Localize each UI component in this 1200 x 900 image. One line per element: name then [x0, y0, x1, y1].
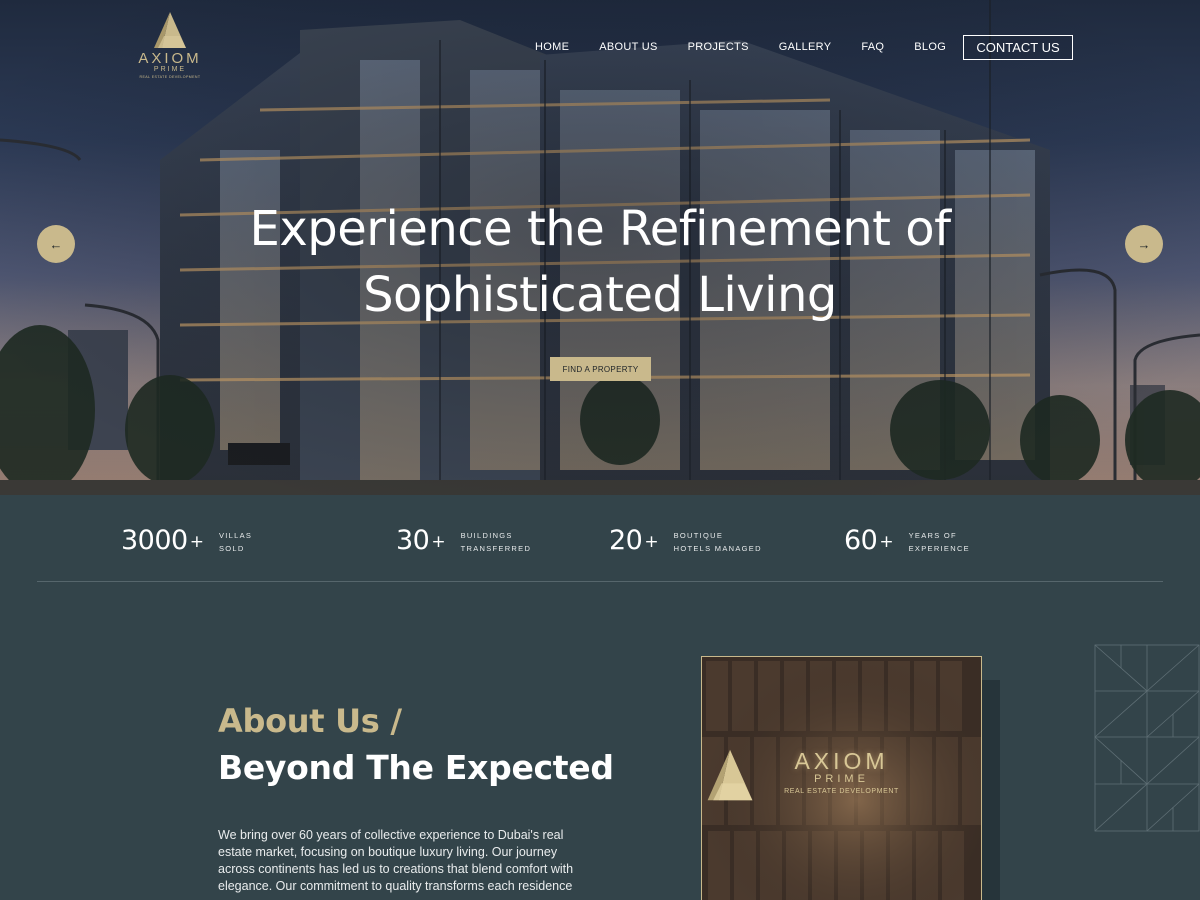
- stat-hotels: 20 + BOUTIQUE HOTELS MANAGED: [609, 525, 762, 556]
- nav-about-us[interactable]: ABOUT US: [599, 41, 657, 54]
- stat-plus: +: [189, 531, 204, 552]
- logo-name: AXIOM: [138, 50, 202, 67]
- contact-us-button[interactable]: CONTACT US: [963, 35, 1073, 60]
- hero-section: AXIOM PRIME REAL ESTATE DEVELOPMENT HOME…: [0, 0, 1200, 495]
- about-kicker: About Us /: [218, 702, 402, 740]
- logo-mark-icon: [707, 749, 753, 801]
- nav-faq[interactable]: FAQ: [861, 41, 884, 54]
- stat-label: BUILDINGS TRANSFERRED: [461, 530, 532, 555]
- stat-label-line1: VILLAS: [218, 531, 253, 540]
- stat-label-line1: BOUTIQUE: [673, 531, 724, 540]
- stat-villas: 3000 + VILLAS SOLD: [121, 525, 252, 556]
- stat-plus: +: [644, 531, 659, 552]
- stat-label-line2: SOLD: [218, 543, 245, 553]
- stat-plus: +: [431, 531, 446, 552]
- nav-projects[interactable]: PROJECTS: [688, 41, 749, 54]
- about-signage-photo: AXIOM PRIME REAL ESTATE DEVELOPMENT: [701, 656, 982, 900]
- hero-title-line2: Sophisticated Living: [363, 267, 837, 323]
- logo-tagline: REAL ESTATE DEVELOPMENT: [139, 75, 201, 79]
- decorative-triangle-pattern: [1094, 644, 1200, 832]
- stat-label-line2: EXPERIENCE: [908, 543, 970, 553]
- stat-label-line2: HOTELS MANAGED: [673, 543, 762, 553]
- stat-number: 30: [396, 525, 430, 556]
- nav-gallery[interactable]: GALLERY: [779, 41, 832, 54]
- stat-number: 20: [609, 525, 643, 556]
- find-property-button[interactable]: FIND A PROPERTY: [550, 357, 651, 381]
- stat-number: 60: [844, 525, 878, 556]
- nav-blog[interactable]: BLOG: [914, 41, 946, 54]
- stat-label: VILLAS SOLD: [219, 530, 252, 555]
- arrow-left-icon: ←: [49, 236, 63, 252]
- stat-label-line1: YEARS OF: [908, 531, 957, 540]
- stat-label-line2: TRANSFERRED: [460, 543, 532, 553]
- about-body-text: We bring over 60 years of collective exp…: [218, 828, 574, 893]
- slider-prev-button[interactable]: ←: [37, 225, 75, 263]
- about-title: Beyond The Expected: [218, 748, 614, 787]
- signage-logo: AXIOM PRIME REAL ESTATE DEVELOPMENT: [702, 745, 981, 801]
- stat-label: BOUTIQUE HOTELS MANAGED: [674, 530, 762, 555]
- section-divider: [37, 581, 1163, 582]
- main-nav: HOME ABOUT US PROJECTS GALLERY FAQ BLOG: [535, 41, 976, 54]
- nav-home[interactable]: HOME: [535, 41, 569, 54]
- stats-section: 3000 + VILLAS SOLD 30 + BUILDINGS TRANSF…: [0, 495, 1200, 581]
- stat-number: 3000: [121, 525, 188, 556]
- hero-title-line1: Experience the Refinement of: [249, 201, 951, 257]
- arrow-right-icon: →: [1137, 236, 1151, 252]
- stat-label: YEARS OF EXPERIENCE: [909, 530, 970, 555]
- stat-buildings: 30 + BUILDINGS TRANSFERRED: [396, 525, 531, 556]
- stat-experience: 60 + YEARS OF EXPERIENCE: [844, 525, 970, 556]
- hero-title: Experience the Refinement of Sophisticat…: [150, 196, 1050, 328]
- slider-next-button[interactable]: →: [1125, 225, 1163, 263]
- logo-mark-icon: [154, 12, 186, 48]
- brand-logo[interactable]: AXIOM PRIME REAL ESTATE DEVELOPMENT: [138, 10, 202, 86]
- logo-sub: PRIME: [153, 66, 187, 73]
- stat-label-line1: BUILDINGS: [460, 531, 513, 540]
- stat-plus: +: [879, 531, 894, 552]
